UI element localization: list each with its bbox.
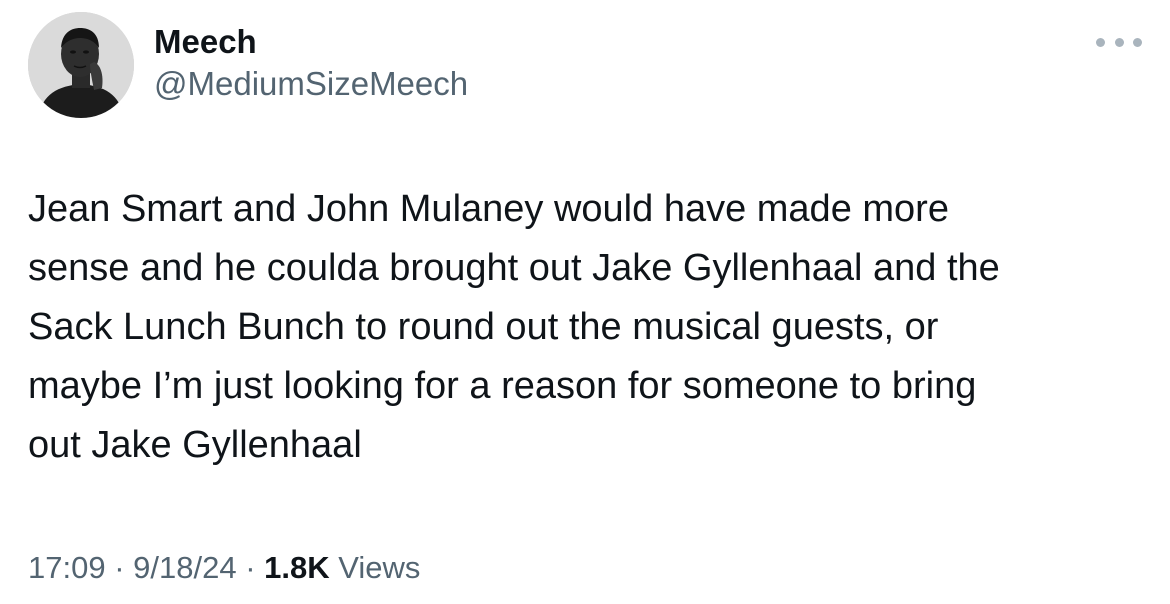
more-horizontal-icon [1114,37,1124,47]
tweet-text-line: maybe I’m just looking for a reason for … [28,365,977,407]
tweet-text: Jean Smart and John Mulaney would have m… [28,180,1148,475]
tweet-time[interactable]: 17:09 [28,550,106,585]
tweet-header: Meech @MediumSizeMeech [28,12,1142,120]
more-options-button[interactable] [1096,32,1142,52]
author-names: Meech @MediumSizeMeech [154,22,468,106]
author-handle[interactable]: @MediumSizeMeech [154,62,468,106]
views-label: Views [329,550,421,585]
profile-photo [28,12,134,118]
avatar[interactable] [28,12,134,118]
tweet-date[interactable]: 9/18/24 [133,550,236,585]
tweet-text-line: sense and he coulda brought out Jake Gyl… [28,247,1000,289]
more-horizontal-icon [1133,37,1142,47]
tweet-card: Meech @MediumSizeMeech Jean Smart and Jo… [0,0,1170,604]
meta-separator: · [236,550,265,585]
tweet-text-line: Jean Smart and John Mulaney would have m… [28,188,949,230]
more-horizontal-icon [1096,37,1105,47]
tweet-text-line: Sack Lunch Bunch to round out the musica… [28,306,939,348]
tweet-text-line: out Jake Gyllenhaal [28,424,362,466]
meta-separator: · [105,550,134,585]
tweet-meta: 17:09 · 9/18/24 · 1.8K Views [28,546,420,590]
views-count[interactable]: 1.8K [264,550,329,585]
author-display-name[interactable]: Meech [154,22,468,62]
